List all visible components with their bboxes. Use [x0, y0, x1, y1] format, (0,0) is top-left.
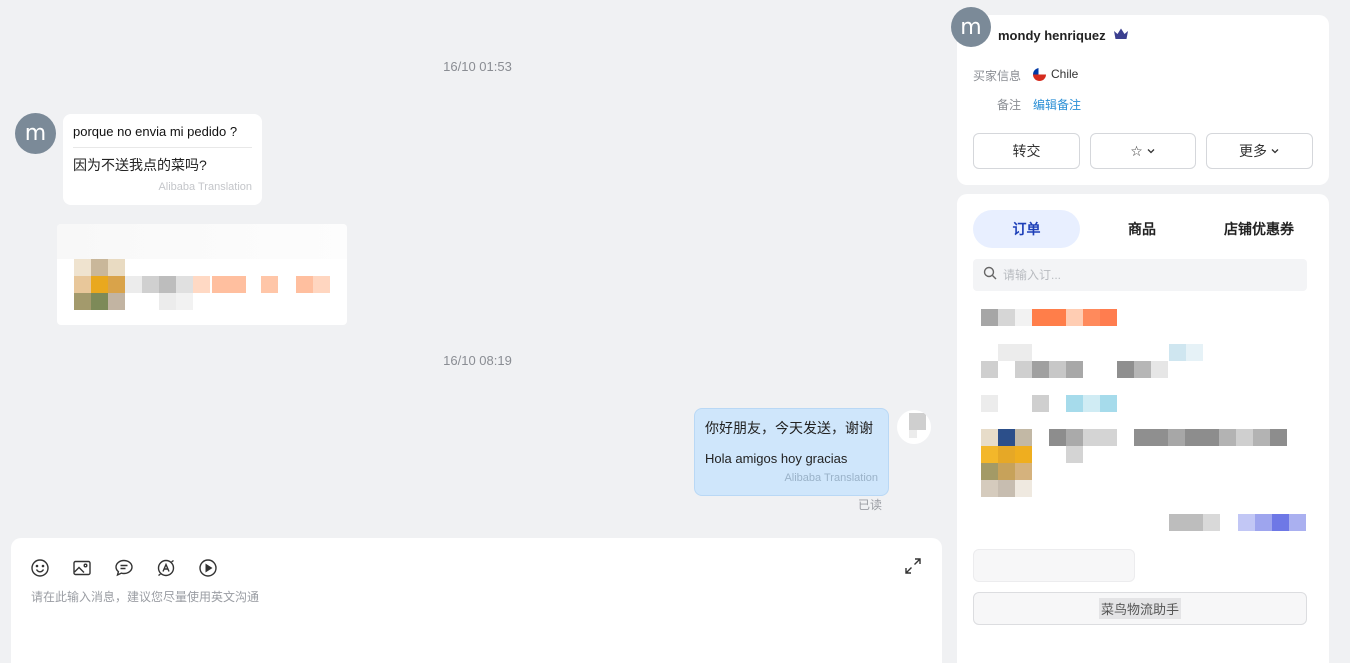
tab-products[interactable]: 商品	[1092, 210, 1192, 248]
edit-note-link[interactable]: 编辑备注	[1033, 96, 1081, 113]
buyer-info-card: m mondy henriquez 买家信息 Chile 备注 编辑备注 转交 …	[951, 7, 1329, 185]
read-status: 已读	[858, 498, 883, 512]
outgoing-message-bubble[interactable]: 你好朋友，今天发送，谢谢 Hola amigos hoy gracias Ali…	[694, 408, 889, 496]
emoji-icon[interactable]	[29, 557, 51, 579]
message-timestamp: 16/10 08:19	[443, 353, 512, 368]
chile-flag-icon	[1033, 68, 1046, 81]
order-search-input[interactable]	[1003, 268, 1283, 282]
video-icon[interactable]	[197, 557, 219, 579]
quick-reply-icon[interactable]	[113, 557, 135, 579]
message-composer	[11, 538, 942, 663]
buyer-chat-avatar[interactable]: m	[15, 113, 56, 154]
star-button[interactable]: ☆	[1090, 133, 1196, 169]
transfer-button[interactable]: 转交	[973, 133, 1080, 169]
orders-panel: 订单 商品 店铺优惠券 请输入订... 菜鸟物流助手	[957, 194, 1329, 663]
translation-provider-label: Alibaba Translation	[158, 181, 252, 193]
buyer-country: Chile	[1051, 67, 1079, 81]
cainiao-logistics-label: 菜鸟物流助手	[1098, 598, 1181, 619]
message-original-text: 你好朋友，今天发送，谢谢	[705, 420, 873, 436]
more-button[interactable]: 更多	[1206, 133, 1313, 169]
tab-orders[interactable]: 订单	[973, 210, 1080, 248]
order-action-button[interactable]	[973, 549, 1135, 582]
vip-crown-icon	[1113, 27, 1129, 46]
seller-avatar[interactable]	[897, 410, 931, 444]
buyer-info-label: 买家信息	[973, 69, 1022, 83]
order-search-box[interactable]	[973, 259, 1307, 291]
incoming-message-bubble[interactable]: porque no envia mi pedido ? 因为不送我点的菜吗? A…	[63, 114, 262, 205]
translate-icon[interactable]	[155, 557, 177, 579]
message-timestamp: 16/10 01:53	[443, 59, 512, 74]
chevron-down-icon	[1270, 143, 1280, 159]
star-icon: ☆	[1130, 142, 1143, 159]
message-original-text: porque no envia mi pedido ?	[73, 124, 252, 148]
transfer-button-label: 转交	[1012, 143, 1041, 159]
buyer-name: mondy henriquez	[998, 28, 1106, 43]
expand-composer-icon[interactable]	[904, 557, 924, 577]
note-label: 备注	[997, 98, 1022, 112]
cainiao-logistics-button[interactable]: 菜鸟物流助手	[973, 592, 1307, 625]
message-input[interactable]	[31, 588, 911, 648]
search-icon	[983, 266, 997, 285]
tab-coupons[interactable]: 店铺优惠券	[1209, 210, 1309, 248]
composer-toolbar	[29, 557, 219, 579]
buyer-avatar[interactable]: m	[951, 7, 991, 47]
message-translation-text: Hola amigos hoy gracias	[705, 451, 848, 466]
image-icon[interactable]	[71, 557, 93, 579]
chevron-down-icon	[1146, 143, 1156, 159]
message-translation-text: 因为不送我点的菜吗?	[73, 157, 207, 173]
more-button-label: 更多	[1239, 143, 1267, 159]
product-card-redacted[interactable]	[57, 224, 347, 325]
translation-provider-label: Alibaba Translation	[784, 472, 878, 484]
